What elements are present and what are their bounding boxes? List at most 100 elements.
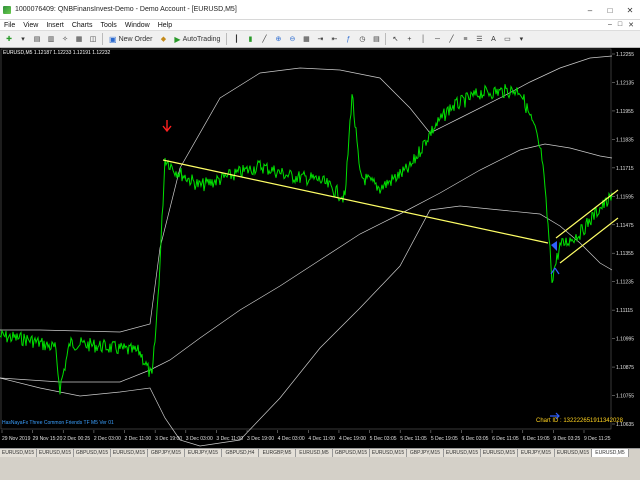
profiles-icon[interactable]: ▾: [17, 33, 29, 46]
window-title: 1000076409: QNBFinansInvest-Demo - Demo …: [15, 6, 237, 13]
minimize-button[interactable]: –: [580, 0, 600, 20]
chart-tab[interactable]: GBPUSD,M15: [74, 449, 111, 457]
time-axis-label: 6 Dec 19:05: [523, 436, 550, 442]
time-axis-label: 3 Dec 03:00: [186, 436, 213, 442]
periods-icon[interactable]: ◷: [356, 33, 368, 46]
channel-icon[interactable]: ≡: [459, 33, 471, 46]
time-axis-label: 9 Dec 03:25: [553, 436, 580, 442]
time-axis-label: 29 Nov 2019: [2, 436, 31, 442]
metaeditor-icon[interactable]: ◆: [157, 33, 169, 46]
cursor-icon[interactable]: ↖: [389, 33, 401, 46]
navigator-icon[interactable]: ✧: [59, 33, 71, 46]
title-bar: 1000076409: QNBFinansInvest-Demo - Demo …: [0, 0, 640, 20]
chart-tab[interactable]: EURJPY,M15: [185, 449, 222, 457]
chart-shift-icon[interactable]: ⇥: [314, 33, 326, 46]
horizontal-line-icon[interactable]: ─: [431, 33, 443, 46]
menu-window[interactable]: Window: [121, 22, 154, 29]
time-axis-label: 3 Dec 19:00: [247, 436, 274, 442]
data-window-icon[interactable]: ▥: [45, 33, 57, 46]
time-axis-label: 3 Dec 11:00: [216, 436, 243, 442]
chart-tab[interactable]: EURUSD,M15: [555, 449, 592, 457]
buy-arrow-icon: [550, 267, 560, 275]
tile-windows-icon[interactable]: ▦: [300, 33, 312, 46]
trendline-icon[interactable]: ╱: [445, 33, 457, 46]
price-axis-label: 1.10995: [616, 337, 634, 343]
price-axis-label: 1.11595: [616, 194, 634, 200]
label-icon[interactable]: ▭: [501, 33, 513, 46]
price-axis-label: 1.11115: [616, 308, 633, 314]
close-button[interactable]: ✕: [620, 0, 640, 20]
maximize-button[interactable]: □: [600, 0, 620, 20]
trendline-lower: [559, 217, 619, 264]
time-axis-label: 2 Dec 00:25: [63, 436, 90, 442]
text-icon[interactable]: A: [487, 33, 499, 46]
price-axis-label: 1.12255: [616, 52, 634, 58]
candlestick-icon[interactable]: ▮: [244, 33, 256, 46]
app-icon: [3, 5, 11, 14]
menu-view[interactable]: View: [19, 22, 42, 29]
chart-tab[interactable]: GBPJPY,M15: [407, 449, 444, 457]
doc-close-button[interactable]: ✕: [628, 21, 634, 29]
chart-tabs: EURUSD,M15 EURUSD,M15 GBPUSD,M15 EURUSD,M15…: [0, 449, 640, 457]
time-axis-label: 5 Dec 11:05: [400, 436, 427, 442]
chart-tab[interactable]: GBPUSD,H4: [222, 449, 259, 457]
indicators-icon[interactable]: ƒ: [342, 33, 354, 46]
symbol-info: EURUSD,M5 1.12187 1.12233 1.12191 1.1223…: [3, 50, 111, 56]
terminal-icon[interactable]: ▦: [73, 33, 85, 46]
menu-bar: File View Insert Charts Tools Window Hel…: [0, 20, 640, 30]
fibonacci-icon[interactable]: ☰: [473, 33, 485, 46]
chart-frame: [0, 48, 612, 430]
chart-tab[interactable]: EURUSD,M15: [0, 449, 37, 457]
chart-tab[interactable]: EURUSD,M15: [444, 449, 481, 457]
trendline-main: [162, 159, 549, 244]
crosshair-icon[interactable]: +: [403, 33, 415, 46]
line-chart-icon[interactable]: ╱: [258, 33, 270, 46]
market-watch-icon[interactable]: ▤: [31, 33, 43, 46]
time-axis-label: 2 Dec 03:00: [94, 436, 121, 442]
menu-tools[interactable]: Tools: [96, 22, 120, 29]
indicator-name: HasNayaFx Three Common Friends TF M5 Ver…: [2, 420, 114, 426]
templates-icon[interactable]: ▤: [370, 33, 382, 46]
chart-tab[interactable]: EURUSD,M15: [481, 449, 518, 457]
chart-tab[interactable]: EURUSD,M15: [111, 449, 148, 457]
vertical-line-icon[interactable]: │: [417, 33, 429, 46]
chart-tab[interactable]: EURUSD,M15: [37, 449, 74, 457]
price-chart[interactable]: 1.12255 1.12135 1.11955 1.11835 1.11715 1.115…: [0, 48, 640, 448]
price-axis-label: 1.11835: [616, 137, 634, 143]
menu-insert[interactable]: Insert: [42, 22, 68, 29]
menu-charts[interactable]: Charts: [68, 22, 97, 29]
buy-marker-icon: [551, 241, 557, 251]
toolbar: ✚ ▾ ▤ ▥ ✧ ▦ ◫ ▣ New Order ◆ ▶ AutoTrading …: [0, 30, 640, 48]
menu-help[interactable]: Help: [154, 22, 176, 29]
chart-tab[interactable]: EURGBP,M5: [259, 449, 296, 457]
chart-id-label: Chart ID : 132222651911342028: [536, 418, 623, 424]
new-chart-icon[interactable]: ✚: [3, 33, 15, 46]
zoom-in-icon[interactable]: ⊕: [272, 33, 284, 46]
menu-file[interactable]: File: [0, 22, 19, 29]
price-axis-label: 1.11475: [616, 223, 634, 229]
chart-tab[interactable]: EURUSD,M15: [370, 449, 407, 457]
doc-minimize-button[interactable]: –: [608, 21, 612, 29]
autoscroll-icon[interactable]: ⇤: [328, 33, 340, 46]
sell-arrow-icon: [162, 120, 172, 133]
zoom-out-icon[interactable]: ⊖: [286, 33, 298, 46]
chart-tab[interactable]: EURUSD,M5: [296, 449, 333, 457]
window-controls: – □ ✕: [580, 0, 640, 20]
chart-tab[interactable]: EURJPY,M15: [518, 449, 555, 457]
price-axis-label: 1.11355: [616, 251, 634, 257]
time-axis-label: 9 Dec 11:25: [584, 436, 611, 442]
time-axis-label: 4 Dec 11:00: [308, 436, 335, 442]
chart-tab[interactable]: GBPJPY,M15: [148, 449, 185, 457]
chart-tab[interactable]: EURUSD,M5: [592, 449, 629, 457]
tester-icon[interactable]: ◫: [87, 33, 99, 46]
toolbar-separator: [226, 33, 228, 45]
autotrading-icon: ▶: [174, 34, 181, 44]
new-order-button[interactable]: ▣ New Order: [106, 33, 155, 46]
price-axis-label: 1.11235: [616, 280, 634, 286]
arrows-icon[interactable]: ▾: [515, 33, 527, 46]
autotrading-button[interactable]: ▶ AutoTrading: [171, 33, 223, 46]
bar-chart-icon[interactable]: ┃: [230, 33, 242, 46]
chart-tab[interactable]: GBPUSD,M15: [333, 449, 370, 457]
price-axis-label: 1.10755: [616, 394, 634, 400]
doc-restore-button[interactable]: □: [618, 21, 622, 29]
